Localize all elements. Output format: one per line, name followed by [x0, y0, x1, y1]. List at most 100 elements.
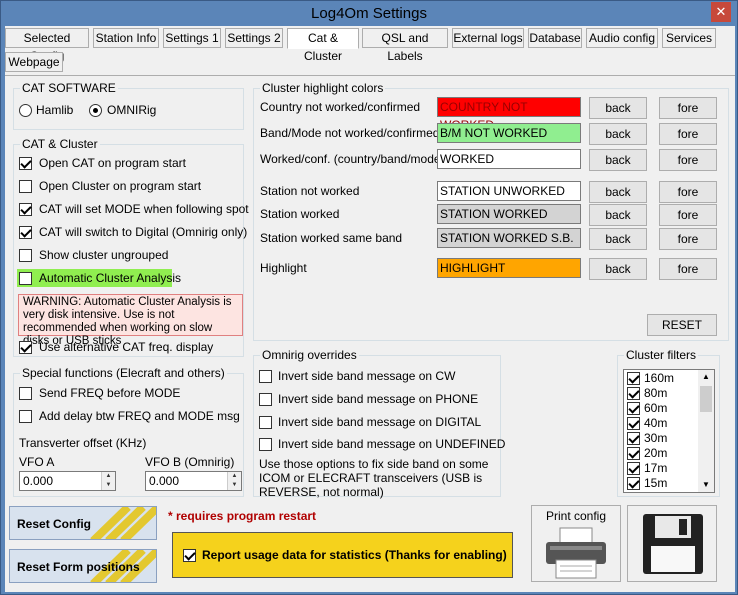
- band-filter-label: 40m: [644, 416, 668, 430]
- add-delay-checkbox[interactable]: [19, 410, 32, 423]
- station-unworked-fore-button[interactable]: fore: [659, 181, 717, 203]
- band-filter-checkbox[interactable]: [627, 402, 640, 415]
- highlight-colors-group: Cluster highlight colors Country not wor…: [253, 81, 729, 341]
- tab-audio-config[interactable]: Audio config: [586, 28, 658, 48]
- invert-undefined-checkbox[interactable]: [259, 438, 272, 451]
- tab-settings-2[interactable]: Settings 2: [225, 28, 283, 48]
- special-functions-title: Special functions (Elecraft and others): [20, 366, 227, 380]
- reset-config-label: Reset Config: [17, 517, 92, 531]
- band-filter-checkbox[interactable]: [627, 432, 640, 445]
- cat-digital-checkbox[interactable]: [19, 226, 32, 239]
- close-button[interactable]: ✕: [711, 2, 731, 22]
- title-bar: Log4Om Settings ✕: [1, 1, 737, 29]
- invert-phone-label: Invert side band message on PHONE: [278, 392, 479, 406]
- tab-database[interactable]: Database: [528, 28, 582, 48]
- station-worked-fore-button[interactable]: fore: [659, 204, 717, 226]
- cat-cluster-group: CAT & Cluster Open CAT on program start …: [13, 137, 249, 357]
- tab-cat-cluster[interactable]: Cat & Cluster: [287, 28, 359, 63]
- station-worked-label: Station worked: [260, 207, 340, 221]
- band-filter-checkbox[interactable]: [627, 447, 640, 460]
- station-worked-back-button[interactable]: back: [589, 204, 647, 226]
- band-filter-checkbox[interactable]: [627, 417, 640, 430]
- usage-report-box: Report usage data for statistics (Thanks…: [172, 532, 513, 578]
- station-same-band-fore-button[interactable]: fore: [659, 228, 717, 250]
- highlight-fore-button[interactable]: fore: [659, 258, 717, 280]
- band-filter-list[interactable]: ▲ ▼ 160m 80m 60m 40m 30m 20m 17m 15m: [623, 369, 715, 493]
- wrench-icon: [90, 507, 156, 539]
- reset-colors-button[interactable]: RESET: [647, 314, 717, 336]
- worked-back-button[interactable]: back: [589, 149, 647, 171]
- invert-cw-checkbox[interactable]: [259, 370, 272, 383]
- print-config-button[interactable]: Print config: [531, 505, 621, 582]
- cat-set-mode-checkbox[interactable]: [19, 203, 32, 216]
- vfo-b-spinner[interactable]: ▲ ▼: [227, 472, 241, 490]
- country-back-button[interactable]: back: [589, 97, 647, 119]
- send-freq-label: Send FREQ before MODE: [39, 386, 181, 400]
- band-mode-label: Band/Mode not worked/confirmed: [260, 126, 440, 140]
- send-freq-checkbox[interactable]: [19, 387, 32, 400]
- transverter-label: Transverter offset (KHz): [19, 436, 147, 450]
- auto-analysis-checkbox[interactable]: [19, 272, 32, 285]
- band-mode-color-box: B/M NOT WORKED: [437, 123, 581, 143]
- tab-services[interactable]: Services: [662, 28, 716, 48]
- cat-cluster-title: CAT & Cluster: [20, 137, 100, 151]
- country-fore-button[interactable]: fore: [659, 97, 717, 119]
- print-config-label: Print config: [545, 509, 607, 523]
- spin-up-icon[interactable]: ▲: [228, 472, 241, 481]
- window-title: Log4Om Settings: [311, 5, 427, 22]
- band-mode-fore-button[interactable]: fore: [659, 123, 717, 145]
- open-cat-checkbox[interactable]: [19, 157, 32, 170]
- hamlib-radio[interactable]: [19, 104, 32, 117]
- settings-window: Log4Om Settings ✕ Selected Config Statio…: [0, 0, 738, 595]
- vfo-a-input[interactable]: 0.000 ▲ ▼: [19, 471, 116, 491]
- highlight-back-button[interactable]: back: [589, 258, 647, 280]
- alt-freq-checkbox[interactable]: [19, 341, 32, 354]
- omnirig-label: OMNIRig: [107, 103, 157, 117]
- tab-external-logs[interactable]: External logs: [452, 28, 524, 48]
- worked-fore-button[interactable]: fore: [659, 149, 717, 171]
- station-unworked-color-box: STATION UNWORKED: [437, 181, 581, 201]
- filter-scrollbar[interactable]: ▲ ▼: [698, 370, 714, 492]
- band-filter-checkbox[interactable]: [627, 372, 640, 385]
- reset-form-button[interactable]: Reset Form positions: [9, 549, 157, 583]
- vfo-b-value: 0.000: [149, 474, 180, 488]
- special-functions-group: Special functions (Elecraft and others) …: [13, 366, 244, 497]
- vfo-b-input[interactable]: 0.000 ▲ ▼: [145, 471, 242, 491]
- spin-up-icon[interactable]: ▲: [102, 472, 115, 481]
- floppy-disk-icon: [643, 514, 703, 574]
- vfo-a-spinner[interactable]: ▲ ▼: [101, 472, 115, 490]
- band-filter-checkbox[interactable]: [627, 387, 640, 400]
- cluster-ungrouped-checkbox[interactable]: [19, 249, 32, 262]
- highlight-label: Highlight: [260, 261, 307, 275]
- highlight-color-box: HIGHLIGHT: [437, 258, 581, 278]
- station-unworked-back-button[interactable]: back: [589, 181, 647, 203]
- spin-down-icon[interactable]: ▼: [102, 481, 115, 490]
- spin-down-icon[interactable]: ▼: [228, 481, 241, 490]
- band-filter-label: 17m: [644, 461, 668, 475]
- omnirig-radio[interactable]: [89, 104, 102, 117]
- open-cluster-checkbox[interactable]: [19, 180, 32, 193]
- tab-qsl-labels[interactable]: QSL and Labels: [362, 28, 448, 63]
- tab-selected-config[interactable]: Selected Config: [5, 28, 89, 63]
- band-mode-back-button[interactable]: back: [589, 123, 647, 145]
- country-label: Country not worked/confirmed: [260, 100, 421, 114]
- tab-settings-1[interactable]: Settings 1: [163, 28, 221, 48]
- invert-digital-checkbox[interactable]: [259, 416, 272, 429]
- band-filter-checkbox[interactable]: [627, 462, 640, 475]
- tab-station-info[interactable]: Station Info: [93, 28, 159, 48]
- omnirig-overrides-group: Omnirig overrides Invert side band messa…: [253, 348, 505, 499]
- band-filter-checkbox[interactable]: [627, 477, 640, 490]
- auto-analysis-label: Automatic Cluster Analysis: [39, 271, 182, 285]
- usage-checkbox[interactable]: [183, 549, 196, 562]
- open-cluster-label: Open Cluster on program start: [39, 179, 202, 193]
- invert-phone-checkbox[interactable]: [259, 393, 272, 406]
- save-button[interactable]: [627, 505, 717, 582]
- scroll-down-icon[interactable]: ▼: [698, 478, 714, 492]
- station-same-band-back-button[interactable]: back: [589, 228, 647, 250]
- worked-label: Worked/conf. (country/band/mode): [260, 152, 445, 166]
- cat-cluster-panel: CAT SOFTWARE Hamlib OMNIRig CAT & Cluste…: [5, 75, 735, 592]
- scroll-thumb[interactable]: [700, 386, 712, 412]
- scroll-up-icon[interactable]: ▲: [698, 370, 714, 384]
- tab-webpage[interactable]: Webpage: [5, 52, 63, 72]
- reset-config-button[interactable]: Reset Config: [9, 506, 157, 540]
